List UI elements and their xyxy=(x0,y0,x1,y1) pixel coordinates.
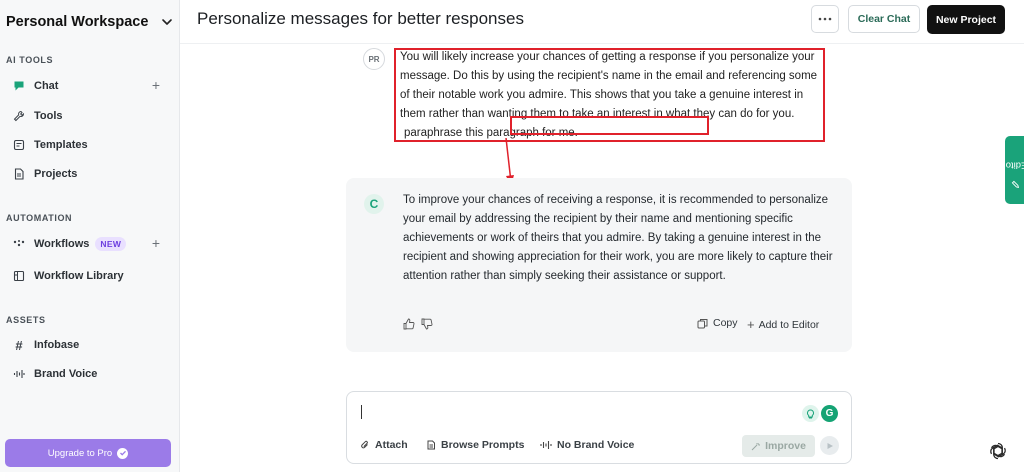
brand-voice-label: No Brand Voice xyxy=(557,439,635,451)
workspace-title: Personal Workspace xyxy=(6,14,149,30)
sidebar-item-projects[interactable]: Projects xyxy=(6,161,174,187)
editor-tab-label: Editor xyxy=(1002,159,1024,170)
ellipsis-icon xyxy=(818,17,832,21)
upgrade-button[interactable]: Upgrade to Pro xyxy=(5,439,171,467)
send-arrow-icon xyxy=(827,442,833,449)
library-icon xyxy=(12,269,26,283)
upgrade-label: Upgrade to Pro xyxy=(47,447,113,459)
clear-chat-button[interactable]: Clear Chat xyxy=(848,5,920,33)
browse-prompts-label: Browse Prompts xyxy=(441,439,525,451)
waveform-icon xyxy=(12,367,26,381)
ai-avatar-letter: C xyxy=(369,197,379,211)
workflow-dots-icon xyxy=(12,237,26,251)
plus-icon[interactable]: + xyxy=(152,236,160,250)
composer: G Attach Browse Prompts No Brand Voice I… xyxy=(346,391,852,464)
message-input[interactable] xyxy=(359,402,799,424)
sidebar-item-tools[interactable]: Tools xyxy=(6,103,174,129)
sidebar-item-label: Templates xyxy=(34,139,88,151)
sidebar-item-chat[interactable]: Chat + xyxy=(6,73,174,99)
sidebar-item-workflows[interactable]: Workflows NEW + xyxy=(6,231,174,257)
lightbulb-icon[interactable] xyxy=(802,405,819,422)
grammar-g-icon[interactable]: G xyxy=(821,405,838,422)
sidebar-item-label: Infobase xyxy=(34,339,80,351)
check-badge-icon xyxy=(117,447,129,459)
template-icon xyxy=(12,138,26,152)
app-root: Personal Workspace AI TOOLS Chat + Tools… xyxy=(0,0,1024,472)
waveform-icon xyxy=(540,441,552,449)
new-project-button[interactable]: New Project xyxy=(927,5,1005,34)
text-caret xyxy=(361,405,362,419)
chat-bubble-icon xyxy=(12,79,26,93)
sidebar-item-label: Chat xyxy=(34,80,59,92)
improve-label: Improve xyxy=(765,440,806,452)
workspace-switcher[interactable]: Personal Workspace xyxy=(6,8,174,36)
wrench-icon xyxy=(12,109,26,123)
user-avatar: PR xyxy=(363,48,385,70)
section-label-assets: ASSETS xyxy=(6,315,46,325)
send-button[interactable] xyxy=(820,436,839,455)
attach-label: Attach xyxy=(375,439,408,451)
ai-response-card: C To improve your chances of receiving a… xyxy=(346,178,852,352)
sidebar-item-infobase[interactable]: # Infobase xyxy=(6,332,174,358)
thumbs-up-icon[interactable] xyxy=(403,318,415,330)
ai-avatar: C xyxy=(364,194,384,214)
improve-button[interactable]: Improve xyxy=(742,435,815,457)
brand-voice-button[interactable]: No Brand Voice xyxy=(540,439,634,451)
document-icon xyxy=(427,440,435,450)
attach-button[interactable]: Attach xyxy=(360,439,408,451)
sidebar: Personal Workspace AI TOOLS Chat + Tools… xyxy=(0,0,180,472)
more-options-button[interactable] xyxy=(811,5,839,33)
sidebar-item-label: Projects xyxy=(34,168,78,180)
new-badge: NEW xyxy=(95,237,127,251)
page-title: Personalize messages for better response… xyxy=(197,9,524,28)
sidebar-item-brand-voice[interactable]: Brand Voice xyxy=(6,361,174,387)
editor-side-tab[interactable]: Editor xyxy=(1002,136,1024,204)
section-label-automation: AUTOMATION xyxy=(6,213,73,223)
sidebar-item-label: Brand Voice xyxy=(34,368,98,380)
add-to-editor-button[interactable]: + Add to Editor xyxy=(747,317,819,332)
sidebar-item-workflow-library[interactable]: Workflow Library xyxy=(6,263,174,289)
topbar: Personalize messages for better response… xyxy=(180,0,1024,44)
sidebar-item-label: Workflow Library xyxy=(34,270,124,282)
sidebar-item-templates[interactable]: Templates xyxy=(6,132,174,158)
sidebar-item-label: Tools xyxy=(34,110,63,122)
plus-icon: + xyxy=(747,317,755,332)
openai-logo-icon xyxy=(990,442,1006,460)
browse-prompts-button[interactable]: Browse Prompts xyxy=(426,439,524,451)
plus-icon[interactable]: + xyxy=(152,78,160,92)
section-label-ai-tools: AI TOOLS xyxy=(6,55,54,65)
add-to-editor-label: Add to Editor xyxy=(758,318,820,331)
paperclip-icon xyxy=(361,440,368,449)
document-icon xyxy=(12,167,26,181)
magic-wand-icon xyxy=(751,442,761,450)
user-message-text: You will likely increase your chances of… xyxy=(400,51,818,120)
thumbs-down-icon[interactable] xyxy=(421,318,433,330)
user-message: You will likely increase your chances of… xyxy=(400,48,825,143)
hash-icon: # xyxy=(15,337,23,353)
chevron-down-icon xyxy=(162,19,172,25)
copy-icon xyxy=(697,318,708,328)
pencil-icon xyxy=(1010,180,1019,188)
ai-response-text: To improve your chances of receiving a r… xyxy=(403,194,833,282)
user-message-prompt: paraphrase this paragraph for me. xyxy=(404,127,578,139)
copy-button[interactable]: Copy xyxy=(697,317,738,329)
copy-label: Copy xyxy=(713,317,738,329)
sidebar-item-label: Workflows xyxy=(34,238,90,250)
